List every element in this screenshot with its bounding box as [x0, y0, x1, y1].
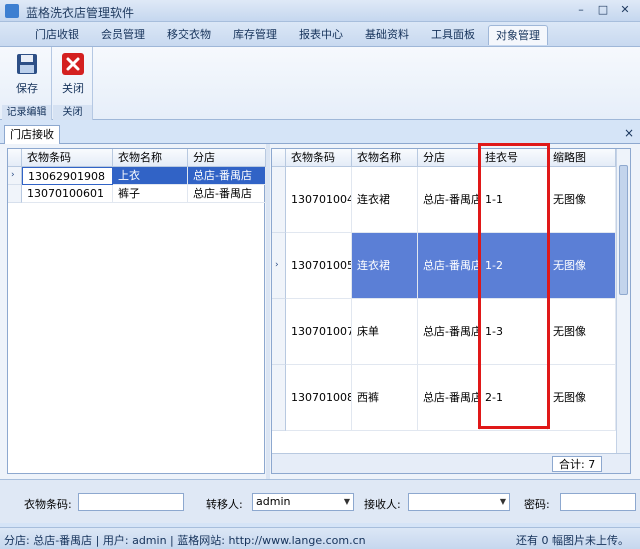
transfer-person-select[interactable]: admin ▼ — [252, 493, 354, 511]
table-row-cell[interactable]: 无图像 — [548, 299, 616, 365]
table-row-cell[interactable]: 13062901908 — [22, 167, 113, 185]
save-button[interactable]: 保存 — [4, 50, 50, 102]
right-grid-corner — [272, 149, 286, 167]
close-label: 关闭 — [62, 82, 84, 95]
chevron-down-icon: ▼ — [499, 497, 506, 506]
close-tab-icon[interactable]: × — [624, 126, 634, 140]
right-row-header[interactable] — [272, 167, 286, 233]
table-row-cell[interactable]: 总店-番禺店 — [188, 167, 266, 185]
table-row-cell[interactable]: 床单 — [352, 299, 418, 365]
chevron-down-icon: ▼ — [343, 497, 350, 506]
ribbon-group-close: 关闭 关闭 — [53, 47, 93, 120]
status-info: 分店: 总店-番禺店 | 用户: admin | 蓝格网站: http://ww… — [4, 534, 366, 547]
tab-inventory[interactable]: 库存管理 — [228, 25, 282, 45]
tab-basic-data[interactable]: 基础资料 — [360, 25, 414, 45]
right-col-branch[interactable]: 分店 — [418, 149, 480, 167]
table-row-cell[interactable]: 上衣 — [113, 167, 188, 185]
transfer-person-value: admin — [256, 495, 291, 508]
table-row-cell[interactable]: 130701005... — [286, 233, 352, 299]
current-row-arrow-icon: › — [11, 170, 15, 180]
minimize-button[interactable]: – — [572, 3, 590, 18]
close-icon — [62, 53, 84, 75]
left-grid-corner — [8, 149, 22, 167]
table-row-cell[interactable]: 总店-番禺店 — [418, 299, 480, 365]
right-col-name[interactable]: 衣物名称 — [352, 149, 418, 167]
close-window-button[interactable]: ✕ — [616, 3, 634, 18]
tab-tools[interactable]: 工具面板 — [426, 25, 480, 45]
current-row-arrow-icon: › — [275, 260, 279, 270]
total-count: 合计: 7 — [552, 456, 603, 472]
receiver-select[interactable]: ▼ — [408, 493, 510, 511]
tab-transfer-clothes[interactable]: 移交衣物 — [162, 25, 216, 45]
barcode-input[interactable] — [78, 493, 184, 511]
hanger-number-highlight-box — [478, 143, 550, 429]
table-row-cell[interactable]: 裤子 — [113, 185, 188, 203]
table-row-cell[interactable]: 连衣裙 — [352, 167, 418, 233]
group-label-record-edit: 记录编辑 — [2, 105, 51, 120]
tab-store-receive[interactable]: 门店接收 — [4, 125, 60, 145]
document-tab-bar: 门店接收 × — [0, 124, 640, 145]
right-grid: 衣物条码 衣物名称 分店 挂衣号 缩略图 130701004... 连衣裙 总店… — [271, 143, 631, 474]
table-row-cell[interactable]: 无图像 — [548, 167, 616, 233]
right-row-header[interactable] — [272, 299, 286, 365]
left-grid: 衣物条码 衣物名称 分店 › 13062901908 上衣 总店-番禺店 130… — [7, 148, 266, 474]
app-icon — [5, 4, 19, 18]
close-button[interactable]: 关闭 — [50, 50, 96, 102]
table-row-cell[interactable]: 总店-番禺店 — [418, 233, 480, 299]
splitter-handle[interactable] — [266, 144, 270, 479]
title-bar: 蓝格洗衣店管理软件 – □ ✕ — [0, 0, 640, 22]
tab-reports[interactable]: 报表中心 — [294, 25, 348, 45]
transfer-form: 衣物条码: 转移人: admin ▼ 接收人: ▼ 密码: — [0, 479, 640, 523]
right-row-header[interactable]: › — [272, 233, 286, 299]
password-input[interactable] — [560, 493, 636, 511]
table-row-cell[interactable]: 130701008... — [286, 365, 352, 431]
table-row-cell[interactable]: 130701007... — [286, 299, 352, 365]
left-row-header[interactable]: › — [8, 167, 22, 185]
status-bar: 分店: 总店-番禺店 | 用户: admin | 蓝格网站: http://ww… — [0, 527, 640, 549]
right-col-barcode[interactable]: 衣物条码 — [286, 149, 352, 167]
save-label: 保存 — [16, 82, 38, 95]
window-title: 蓝格洗衣店管理软件 — [26, 6, 135, 20]
table-row-cell[interactable]: 无图像 — [548, 233, 616, 299]
left-col-barcode[interactable]: 衣物条码 — [22, 149, 113, 167]
main-content: 衣物条码 衣物名称 分店 › 13062901908 上衣 总店-番禺店 130… — [0, 143, 640, 479]
left-col-name[interactable]: 衣物名称 — [113, 149, 188, 167]
table-row-cell[interactable]: 总店-番禺店 — [188, 185, 266, 203]
group-label-close: 关闭 — [53, 105, 92, 120]
table-row-cell[interactable]: 无图像 — [548, 365, 616, 431]
tab-member-management[interactable]: 会员管理 — [96, 25, 150, 45]
right-row-header[interactable] — [272, 365, 286, 431]
password-label: 密码: — [524, 498, 550, 511]
table-row-cell[interactable]: 连衣裙 — [352, 233, 418, 299]
upload-status: 还有 0 幅图片未上传。 — [516, 534, 629, 547]
scrollbar-thumb[interactable] — [619, 165, 628, 295]
right-col-thumbnail[interactable]: 缩略图 — [548, 149, 616, 167]
tab-object-management[interactable]: 对象管理 — [488, 25, 548, 45]
ribbon-group-record-edit: 保存 记录编辑 — [2, 47, 52, 120]
table-row-cell[interactable]: 13070100601 — [22, 185, 113, 203]
save-icon — [17, 54, 37, 74]
maximize-button[interactable]: □ — [594, 3, 612, 18]
table-row-cell[interactable]: 西裤 — [352, 365, 418, 431]
barcode-label: 衣物条码: — [24, 498, 72, 511]
menu-bar: 门店收银 会员管理 移交衣物 库存管理 报表中心 基础资料 工具面板 对象管理 — [0, 22, 640, 46]
table-row-cell[interactable]: 总店-番禺店 — [418, 167, 480, 233]
left-col-branch[interactable]: 分店 — [188, 149, 266, 167]
left-row-header[interactable] — [8, 185, 22, 203]
tab-store-cashier[interactable]: 门店收银 — [30, 25, 84, 45]
grid-footer: 合计: 7 — [272, 453, 630, 473]
vertical-scrollbar[interactable] — [616, 149, 630, 453]
table-row-cell[interactable]: 总店-番禺店 — [418, 365, 480, 431]
transfer-person-label: 转移人: — [206, 498, 243, 511]
table-row-cell[interactable]: 130701004... — [286, 167, 352, 233]
ribbon: 保存 记录编辑 关闭 关闭 — [0, 46, 640, 120]
receiver-label: 接收人: — [364, 498, 401, 511]
